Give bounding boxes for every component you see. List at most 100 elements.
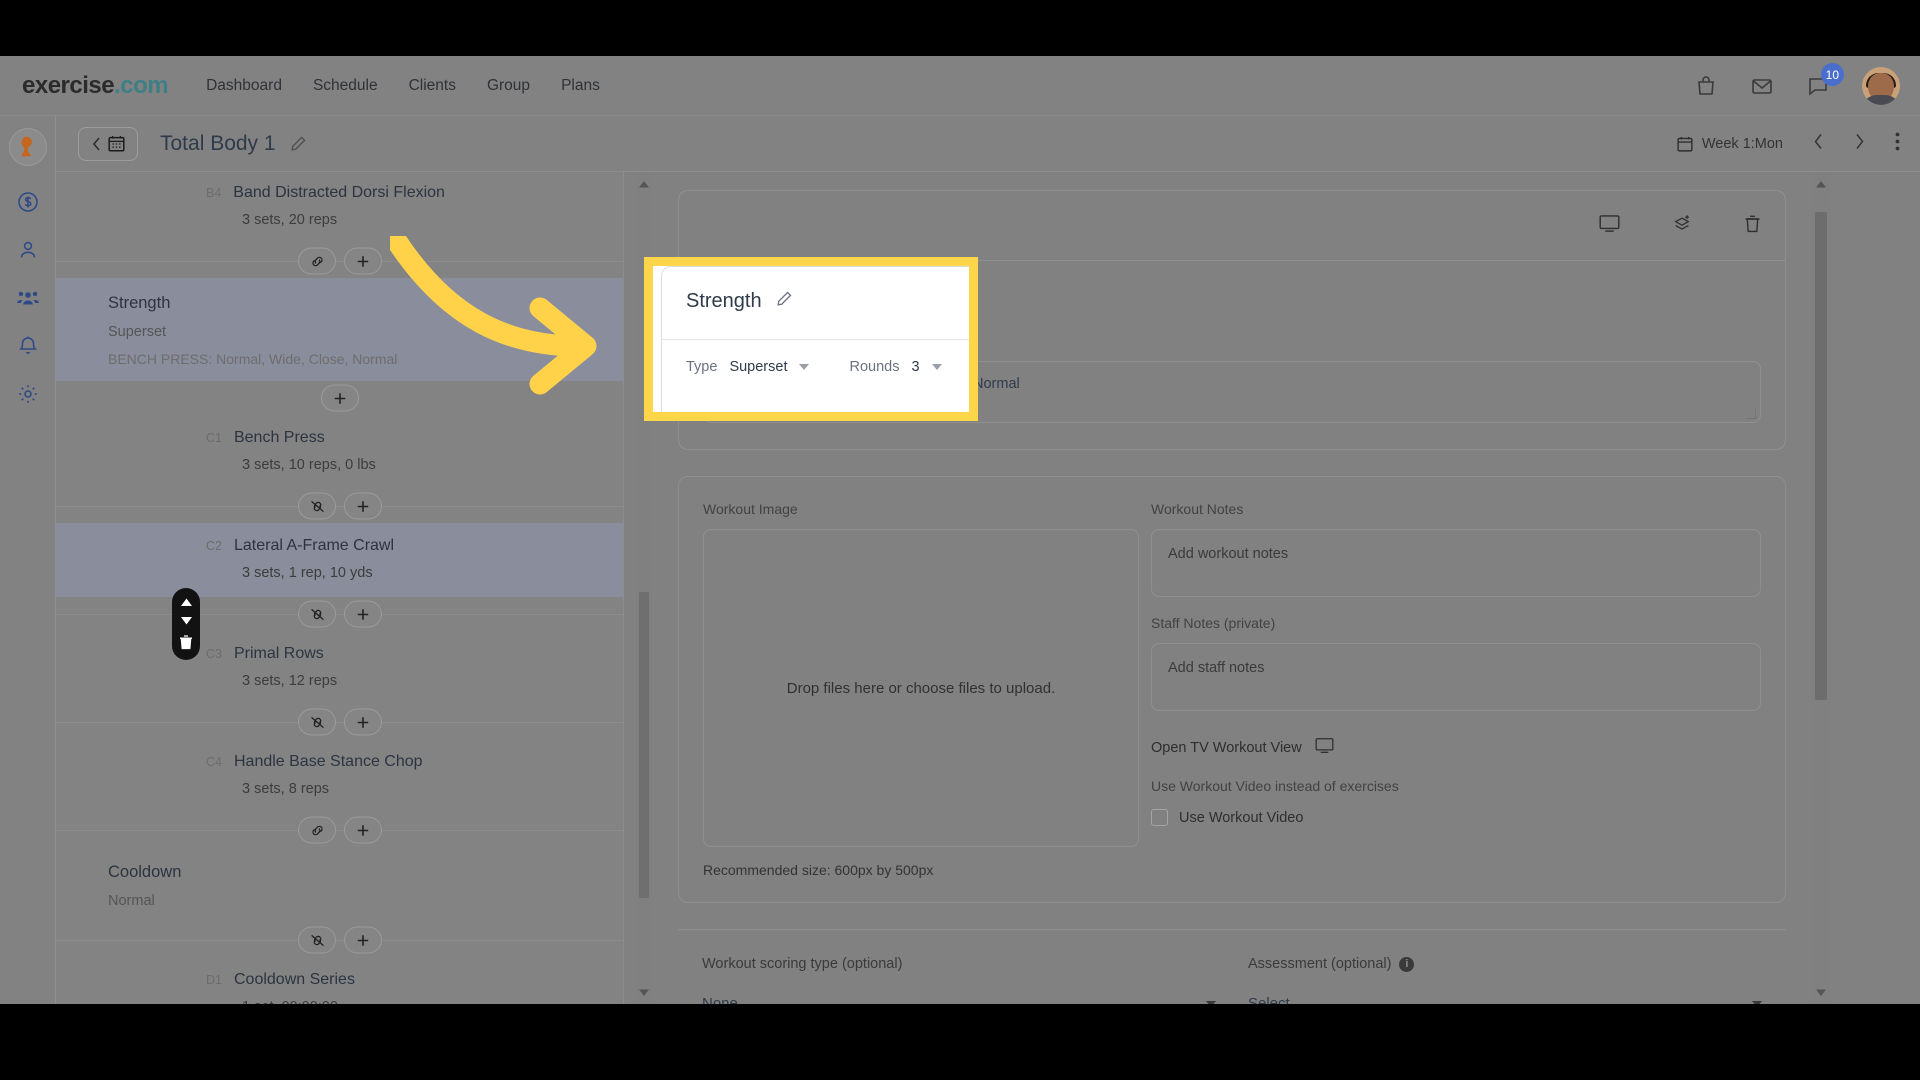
type-value[interactable]: Superset	[729, 359, 787, 375]
staff-notes-input[interactable]: Add staff notes	[1151, 643, 1761, 711]
unlink-icon-button[interactable]	[298, 492, 336, 520]
previous-week-button[interactable]	[1813, 133, 1824, 155]
add-row-button[interactable]	[344, 492, 382, 520]
gear-icon[interactable]	[16, 382, 40, 406]
exercise-row-c4[interactable]: C4 Handle Base Stance Chop 3 sets, 8 rep…	[56, 739, 623, 813]
trash-icon[interactable]	[179, 634, 193, 650]
nav-link-dashboard[interactable]: Dashboard	[206, 77, 282, 95]
shopping-bag-icon[interactable]	[1694, 74, 1718, 98]
exercise-list: B4 Band Distracted Dorsi Flexion 3 sets,…	[56, 172, 623, 1004]
plus-icon	[357, 934, 369, 946]
block-row-strength[interactable]: Strength Superset BENCH PRESS: Normal, W…	[56, 278, 623, 381]
nav-link-plans[interactable]: Plans	[561, 77, 600, 95]
exercise-row-c2[interactable]: C2 Lateral A-Frame Crawl 3 sets, 1 rep, …	[56, 523, 623, 597]
exercise-row-d1[interactable]: D1 Cooldown Series 1 set, 00:00:00	[56, 957, 623, 1004]
move-down-icon[interactable]	[180, 616, 193, 625]
user-icon[interactable]	[16, 238, 40, 262]
trash-icon[interactable]	[1744, 214, 1761, 238]
scrollbar-thumb[interactable]	[639, 592, 649, 898]
exercise-row-c3[interactable]: C3 Primal Rows 3 sets, 12 reps	[56, 631, 623, 705]
pencil-icon[interactable]	[776, 290, 793, 313]
nav-link-group[interactable]: Group	[487, 77, 530, 95]
tv-icon[interactable]	[1599, 214, 1620, 238]
exercise-name: Band Distracted Dorsi Flexion	[233, 184, 445, 201]
use-workout-video-checkbox-label: Use Workout Video	[1179, 809, 1304, 826]
assessment-select[interactable]: Select	[1248, 988, 1762, 1004]
assessment-label: Assessment (optional) i	[1248, 956, 1762, 972]
exercise-name: Cooldown Series	[233, 971, 355, 988]
scoring-type-select[interactable]: None	[702, 988, 1216, 1004]
chevron-left-icon	[92, 136, 100, 151]
pencil-icon[interactable]	[290, 135, 307, 152]
back-to-calendar-button[interactable]	[78, 126, 138, 161]
divider-buttons	[298, 816, 382, 844]
row-divider	[56, 923, 623, 957]
open-tv-workout-view-row[interactable]: Open TV Workout View	[1151, 737, 1761, 758]
workout-notes-placeholder: Add workout notes	[1168, 546, 1289, 562]
chevron-down-icon[interactable]	[931, 364, 942, 370]
link-icon-button[interactable]	[298, 247, 336, 275]
unlink-icon-button[interactable]	[298, 926, 336, 954]
scroll-down-arrow-icon[interactable]	[1816, 983, 1826, 1001]
nav-link-schedule[interactable]: Schedule	[313, 77, 378, 95]
scroll-down-arrow-icon[interactable]	[639, 983, 649, 1001]
workout-notes-input[interactable]: Add workout notes	[1151, 529, 1761, 597]
scroll-up-arrow-icon[interactable]	[1816, 175, 1826, 193]
scoring-type-value: None	[702, 995, 738, 1004]
dollar-circle-icon[interactable]	[16, 190, 40, 214]
unlink-icon	[310, 716, 324, 728]
workout-notes-column: Workout Notes Add workout notes Staff No…	[1151, 501, 1761, 878]
mail-icon[interactable]	[1750, 74, 1774, 98]
rounds-value[interactable]: 3	[911, 359, 919, 375]
workout-subheader: Total Body 1 Week 1:Mon	[56, 116, 1920, 172]
add-row-button[interactable]	[344, 926, 382, 954]
block-row-cooldown[interactable]: Cooldown Normal	[56, 847, 623, 923]
type-label: Type	[686, 359, 718, 375]
group-icon[interactable]	[16, 286, 40, 310]
scroll-up-arrow-icon[interactable]	[639, 175, 649, 193]
link-icon	[311, 825, 323, 835]
link-icon-button[interactable]	[298, 816, 336, 844]
scoring-type-label: Workout scoring type (optional)	[702, 956, 903, 972]
unlink-icon	[310, 500, 324, 512]
block-type: Superset	[108, 324, 167, 340]
unlink-icon-button[interactable]	[298, 600, 336, 628]
add-row-button[interactable]	[344, 247, 382, 275]
tv-icon[interactable]	[1315, 737, 1334, 758]
unlink-icon	[310, 608, 324, 620]
use-workout-video-checkbox[interactable]	[1151, 809, 1168, 826]
add-row-button[interactable]	[344, 600, 382, 628]
exercise-row-c1[interactable]: C1 Bench Press 3 sets, 10 reps, 0 lbs	[56, 415, 623, 489]
week-selector[interactable]: Week 1:Mon	[1677, 136, 1783, 152]
nav-link-clients[interactable]: Clients	[409, 77, 456, 95]
divider-buttons	[298, 926, 382, 954]
exercise-row-b4[interactable]: B4 Band Distracted Dorsi Flexion 3 sets,…	[56, 172, 623, 244]
image-dropzone[interactable]: Drop files here or choose files to uploa…	[703, 529, 1139, 847]
info-icon[interactable]: i	[1399, 956, 1415, 972]
plus-icon	[357, 255, 369, 267]
plus-icon	[357, 716, 369, 728]
scrollbar-thumb[interactable]	[1815, 212, 1827, 700]
chevron-down-icon[interactable]	[799, 364, 810, 370]
workout-image-label: Workout Image	[703, 501, 798, 517]
scoring-row: Workout scoring type (optional) None Ass…	[702, 956, 1762, 1004]
block-name: Strength	[108, 294, 171, 312]
chat-icon[interactable]: 10	[1806, 63, 1844, 98]
unlink-icon-button[interactable]	[298, 708, 336, 736]
kettlebell-logo-icon[interactable]	[8, 128, 47, 166]
chevron-right-icon	[1856, 134, 1864, 149]
move-up-icon[interactable]	[180, 598, 193, 607]
bell-icon[interactable]	[16, 334, 40, 358]
right-panel-scrollbar[interactable]	[1812, 172, 1830, 1004]
add-row-button[interactable]	[321, 384, 359, 412]
divider-buttons	[298, 708, 382, 736]
next-week-button[interactable]	[1854, 133, 1865, 155]
add-row-button[interactable]	[344, 816, 382, 844]
use-workout-video-checkbox-row[interactable]: Use Workout Video	[1151, 809, 1761, 826]
more-options-button[interactable]	[1895, 132, 1900, 156]
avatar[interactable]	[1862, 67, 1900, 105]
brand-logo[interactable]: exercise .com	[22, 72, 169, 100]
add-row-button[interactable]	[344, 708, 382, 736]
resize-grip-icon[interactable]	[1746, 409, 1756, 419]
duplicate-layers-icon[interactable]	[1672, 214, 1692, 238]
